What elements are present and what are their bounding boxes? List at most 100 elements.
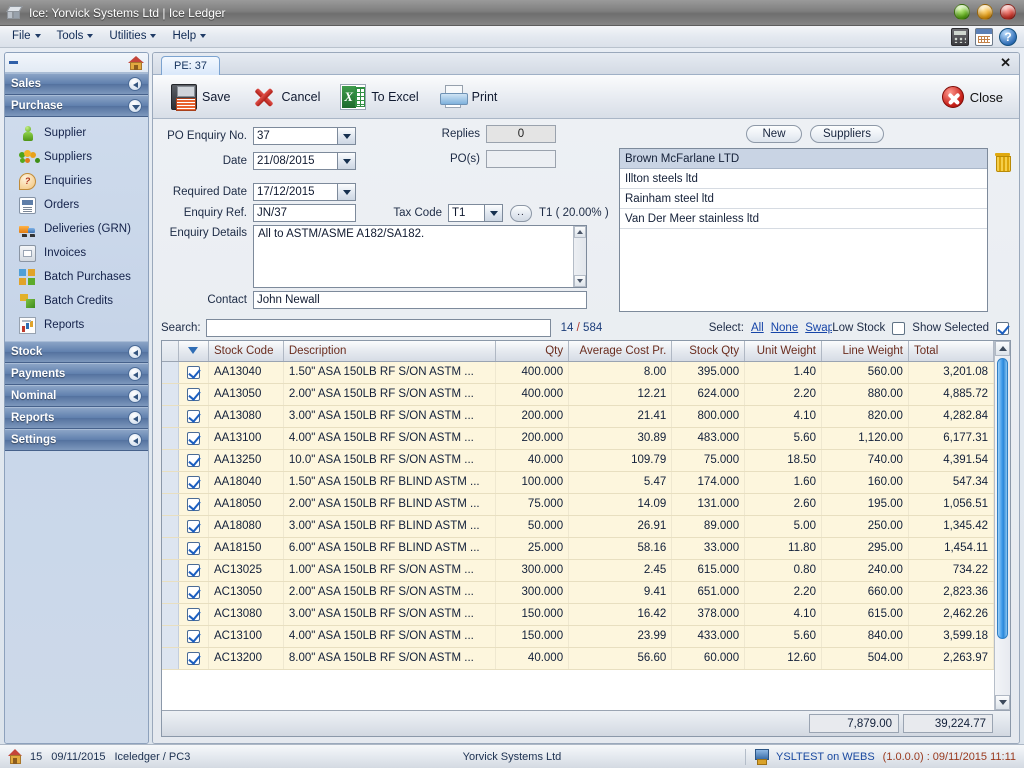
maximize-button[interactable] bbox=[977, 4, 993, 20]
column-header-stock-qty[interactable]: Stock Qty bbox=[672, 341, 745, 361]
scroll-down-icon[interactable] bbox=[574, 275, 586, 287]
sidebar-collapse-icon[interactable] bbox=[9, 61, 18, 64]
row-select-checkbox[interactable] bbox=[178, 493, 208, 515]
table-row[interactable]: AC132008.00" ASA 150LB RF S/ON ASTM ...4… bbox=[162, 647, 994, 669]
menu-tools[interactable]: Tools bbox=[49, 28, 102, 45]
row-select-checkbox[interactable] bbox=[178, 515, 208, 537]
cancel-button[interactable]: Cancel bbox=[243, 80, 329, 114]
column-header-average-cost-pr[interactable]: Average Cost Pr. bbox=[569, 341, 672, 361]
sidebar-group-settings[interactable]: Settings bbox=[5, 429, 148, 451]
to-excel-button[interactable]: To Excel bbox=[332, 80, 426, 114]
row-select-checkbox[interactable] bbox=[178, 625, 208, 647]
list-item[interactable]: Brown McFarlane LTD bbox=[620, 149, 987, 169]
select-swap-link[interactable]: Swap bbox=[805, 322, 832, 334]
chevron-down-icon[interactable] bbox=[337, 183, 356, 201]
home-icon[interactable] bbox=[8, 749, 23, 765]
column-header-description[interactable]: Description bbox=[283, 341, 495, 361]
row-select-checkbox[interactable] bbox=[178, 427, 208, 449]
scroll-up-icon[interactable] bbox=[574, 226, 586, 238]
select-all-link[interactable]: All bbox=[751, 322, 764, 334]
calendar-icon[interactable] bbox=[975, 28, 993, 46]
new-supplier-button[interactable]: New bbox=[746, 125, 802, 143]
suppliers-button[interactable]: Suppliers bbox=[810, 125, 884, 143]
menu-file[interactable]: File bbox=[4, 28, 49, 45]
table-row[interactable]: AC130251.00" ASA 150LB RF S/ON ASTM ...3… bbox=[162, 559, 994, 581]
sidebar-item-deliveries[interactable]: Deliveries (GRN) bbox=[5, 217, 148, 241]
enquiry-ref-input[interactable]: JN/37 bbox=[253, 204, 356, 222]
close-window-button[interactable] bbox=[1000, 4, 1016, 20]
sidebar-item-batch-purchases[interactable]: Batch Purchases bbox=[5, 265, 148, 289]
sidebar-group-nominal[interactable]: Nominal bbox=[5, 385, 148, 407]
list-item[interactable]: Rainham steel ltd bbox=[620, 189, 987, 209]
sidebar-item-supplier[interactable]: Supplier bbox=[5, 121, 148, 145]
sidebar-group-sales[interactable]: Sales bbox=[5, 73, 148, 95]
sidebar-item-enquiries[interactable]: ? Enquiries bbox=[5, 169, 148, 193]
row-select-checkbox[interactable] bbox=[178, 559, 208, 581]
table-row[interactable]: AA131004.00" ASA 150LB RF S/ON ASTM ...2… bbox=[162, 427, 994, 449]
list-item[interactable]: Illton steels ltd bbox=[620, 169, 987, 189]
table-row[interactable]: AC130803.00" ASA 150LB RF S/ON ASTM ...1… bbox=[162, 603, 994, 625]
scrollbar-thumb[interactable] bbox=[997, 358, 1008, 639]
enquiry-details-scrollbar[interactable] bbox=[573, 226, 586, 287]
calculator-icon[interactable] bbox=[951, 28, 969, 46]
scrollbar-track[interactable] bbox=[995, 356, 1010, 695]
row-select-checkbox[interactable] bbox=[178, 405, 208, 427]
row-select-checkbox[interactable] bbox=[178, 647, 208, 669]
po-enquiry-no-combo[interactable]: 37 bbox=[253, 127, 356, 145]
search-input[interactable] bbox=[206, 319, 551, 337]
table-row[interactable]: AA130502.00" ASA 150LB RF S/ON ASTM ...4… bbox=[162, 383, 994, 405]
table-row[interactable]: AA180803.00" ASA 150LB RF BLIND ASTM ...… bbox=[162, 515, 994, 537]
table-row[interactable]: AA130401.50" ASA 150LB RF S/ON ASTM ...4… bbox=[162, 361, 994, 383]
scroll-up-icon[interactable] bbox=[995, 341, 1010, 356]
scroll-down-icon[interactable] bbox=[995, 695, 1010, 710]
table-row[interactable]: AA180401.50" ASA 150LB RF BLIND ASTM ...… bbox=[162, 471, 994, 493]
low-stock-checkbox[interactable] bbox=[892, 322, 905, 335]
table-row[interactable]: AA180502.00" ASA 150LB RF BLIND ASTM ...… bbox=[162, 493, 994, 515]
sidebar-item-reports[interactable]: Reports bbox=[5, 313, 148, 337]
po-enquiry-no-input[interactable]: 37 bbox=[253, 127, 337, 145]
chevron-down-icon[interactable] bbox=[337, 152, 356, 170]
close-button[interactable]: Close bbox=[936, 84, 1009, 110]
row-select-checkbox[interactable] bbox=[178, 383, 208, 405]
table-row[interactable]: AA181506.00" ASA 150LB RF BLIND ASTM ...… bbox=[162, 537, 994, 559]
date-combo[interactable]: 21/08/2015 bbox=[253, 152, 356, 170]
chevron-down-icon[interactable] bbox=[337, 127, 356, 145]
grid-vertical-scrollbar[interactable] bbox=[994, 341, 1010, 710]
row-select-checkbox[interactable] bbox=[178, 603, 208, 625]
sidebar-item-batch-credits[interactable]: Batch Credits bbox=[5, 289, 148, 313]
row-select-checkbox[interactable] bbox=[178, 449, 208, 471]
home-icon[interactable] bbox=[128, 56, 144, 70]
save-button[interactable]: Save bbox=[163, 80, 239, 114]
column-header-unit-weight[interactable]: Unit Weight bbox=[745, 341, 822, 361]
list-item[interactable]: Van Der Meer stainless ltd bbox=[620, 209, 987, 229]
table-row[interactable]: AA1325010.0" ASA 150LB RF S/ON ASTM ...4… bbox=[162, 449, 994, 471]
required-date-combo[interactable]: 17/12/2015 bbox=[253, 183, 356, 201]
column-header-line-weight[interactable]: Line Weight bbox=[821, 341, 908, 361]
suppliers-list[interactable]: Brown McFarlane LTD Illton steels ltd Ra… bbox=[619, 148, 988, 312]
sidebar-group-purchase[interactable]: Purchase bbox=[5, 95, 148, 117]
filter-icon[interactable] bbox=[188, 347, 198, 354]
table-row[interactable]: AA130803.00" ASA 150LB RF S/ON ASTM ...2… bbox=[162, 405, 994, 427]
select-column-header[interactable] bbox=[178, 341, 208, 361]
contact-input[interactable]: John Newall bbox=[253, 291, 587, 309]
sidebar-group-payments[interactable]: Payments bbox=[5, 363, 148, 385]
tab-pe-37[interactable]: PE: 37 bbox=[161, 56, 220, 75]
sidebar-item-suppliers[interactable]: Suppliers bbox=[5, 145, 148, 169]
minimize-button[interactable] bbox=[954, 4, 970, 20]
sidebar-item-invoices[interactable]: Invoices bbox=[5, 241, 148, 265]
table-row[interactable]: AC130502.00" ASA 150LB RF S/ON ASTM ...3… bbox=[162, 581, 994, 603]
tax-code-browse-button[interactable]: .. bbox=[510, 205, 532, 222]
tax-code-input[interactable]: T1 bbox=[448, 204, 484, 222]
date-input[interactable]: 21/08/2015 bbox=[253, 152, 337, 170]
column-header-qty[interactable]: Qty bbox=[496, 341, 569, 361]
table-row[interactable]: AC131004.00" ASA 150LB RF S/ON ASTM ...1… bbox=[162, 625, 994, 647]
required-date-input[interactable]: 17/12/2015 bbox=[253, 183, 337, 201]
close-tab-icon[interactable]: ✕ bbox=[1000, 56, 1011, 70]
sidebar-item-orders[interactable]: Orders bbox=[5, 193, 148, 217]
show-selected-checkbox[interactable] bbox=[996, 322, 1009, 335]
menu-help[interactable]: Help bbox=[164, 28, 214, 45]
sidebar-group-stock[interactable]: Stock bbox=[5, 341, 148, 363]
menu-utilities[interactable]: Utilities bbox=[101, 28, 164, 45]
column-header-stock-code[interactable]: Stock Code bbox=[209, 341, 284, 361]
enquiry-details-textarea[interactable]: All to ASTM/ASME A182/SA182. bbox=[253, 225, 587, 288]
